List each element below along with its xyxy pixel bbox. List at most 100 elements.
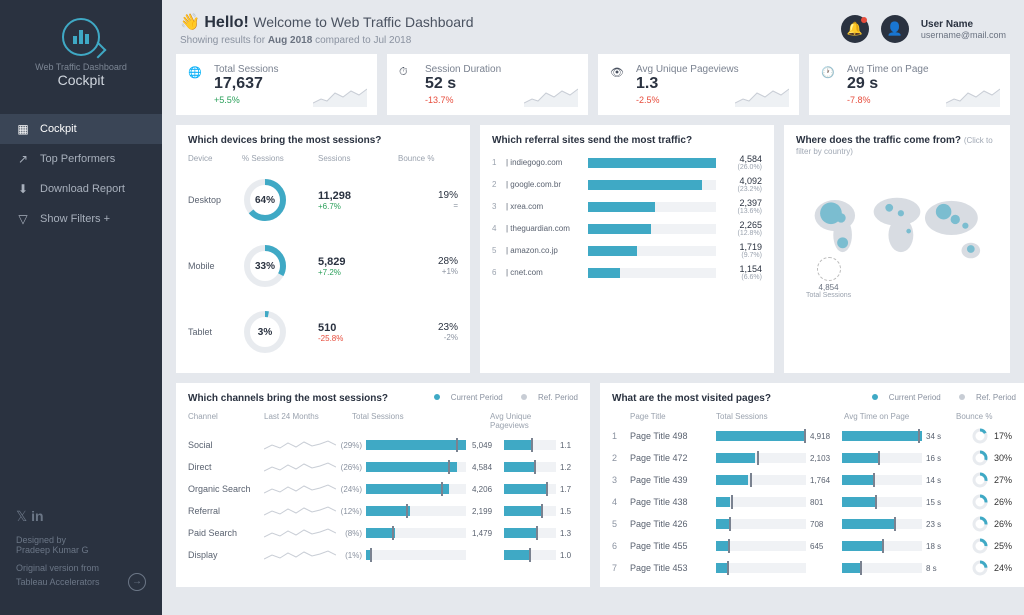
kpi-label: Total Sessions — [214, 64, 278, 75]
page-sessions: 4,918 — [806, 432, 842, 441]
nav-icon: ▦ — [16, 122, 30, 136]
kpi-delta: -13.7% — [425, 95, 501, 105]
nav-item-show-filters-+[interactable]: ▽Show Filters + — [0, 204, 162, 234]
page-bounce: 17% — [952, 428, 1012, 444]
map-panel: Where does the traffic come from? (Click… — [784, 125, 1010, 373]
ref-name: | cnet.com — [502, 268, 582, 277]
user-avatar[interactable]: 👤 — [881, 15, 909, 43]
ref-bar — [588, 224, 716, 234]
kpi-value: 52 s — [425, 75, 501, 93]
device-sessions-delta: +7.2% — [318, 268, 398, 277]
bounce-donut-icon — [972, 560, 988, 576]
dev-header-2: Sessions — [318, 154, 398, 163]
world-map[interactable]: 4,854 Total Sessions — [796, 165, 998, 305]
nav-item-cockpit[interactable]: ▦Cockpit — [0, 114, 162, 144]
pages-title-text: What are the most visited pages? — [612, 393, 771, 404]
page-time-bar — [842, 519, 922, 529]
referral-row: 4 | theguardian.com 2,265(12.8%) — [492, 220, 762, 237]
referral-row: 1 | indiegogo.com 4,584(26.0%) — [492, 154, 762, 171]
legend-current: Current Period — [451, 393, 503, 402]
bounce-pct: 26% — [994, 519, 1012, 529]
user-info: User Name username@mail.com — [921, 19, 1006, 40]
legend-ref-dot-icon — [521, 394, 527, 400]
device-sessions-delta: -25.8% — [318, 334, 398, 343]
kpi-value: 1.3 — [636, 75, 739, 93]
channel-name: Referral — [188, 506, 264, 516]
ch-header-2: Total Sessions — [352, 412, 490, 430]
referral-title: Which referral sites send the most traff… — [492, 135, 762, 146]
page-rank: 7 — [612, 563, 630, 573]
channel-sessions-bar — [366, 462, 466, 472]
channel-row: Paid Search (8%) 1,479 1.3 — [188, 522, 578, 544]
legend-current-dot-icon — [872, 394, 878, 400]
pages-panel: What are the most visited pages? Current… — [600, 383, 1024, 587]
channels-title-text: Which channels bring the most sessions? — [188, 393, 388, 404]
page-row: 5 Page Title 426 708 23 s 26% — [612, 513, 1016, 535]
page-sessions-bar — [716, 453, 806, 463]
pages-title: What are the most visited pages? Current… — [612, 393, 1016, 404]
channel-sessions-bar — [366, 440, 466, 450]
device-bounce-delta: -2% — [398, 333, 458, 342]
channel-name: Organic Search — [188, 484, 264, 494]
page-time-bar — [842, 541, 922, 551]
notification-button[interactable]: 🔔 — [841, 15, 869, 43]
pg-header-3: Avg Time on Page — [844, 412, 956, 421]
notification-dot — [861, 17, 867, 23]
current-period: Aug 2018 — [268, 35, 312, 46]
dev-header-1: % Sessions — [242, 154, 318, 163]
channel-pct: (12%) — [336, 507, 366, 516]
device-donut: 64% — [242, 177, 288, 223]
device-sessions: 11,298+6.7% — [318, 190, 398, 211]
channel-uniq: 1.3 — [556, 529, 578, 538]
page-name: Page Title 453 — [630, 563, 716, 573]
page-rank: 5 — [612, 519, 630, 529]
user-name: User Name — [921, 19, 1006, 30]
page-sessions: 645 — [806, 542, 842, 551]
ref-name: | theguardian.com — [502, 224, 582, 233]
donut-pct: 3% — [242, 309, 288, 355]
go-button[interactable]: → — [128, 573, 146, 591]
sparkline — [524, 85, 578, 107]
nav-label: Show Filters + — [40, 213, 110, 225]
channel-uniq-bar — [504, 484, 556, 494]
nav-label: Download Report — [40, 183, 125, 195]
pg-header-1: Page Title — [630, 412, 716, 421]
ref-rank: 4 — [492, 224, 502, 233]
channel-sessions: 1,479 — [472, 529, 504, 538]
nav-item-top-performers[interactable]: ↗Top Performers — [0, 144, 162, 174]
ref-rank: 6 — [492, 268, 502, 277]
kpi-value: 29 s — [847, 75, 929, 93]
globe-icon: 🌐 — [188, 66, 206, 84]
page-sessions-bar — [716, 541, 806, 551]
page-bounce: 26% — [952, 516, 1012, 532]
device-bounce-delta: +1% — [398, 267, 458, 276]
channel-uniq: 1.7 — [556, 485, 578, 494]
ref-bar — [588, 268, 716, 278]
wave-icon: 👋 — [180, 14, 200, 31]
channel-uniq-bar — [504, 528, 556, 538]
channels-panel: Which channels bring the most sessions? … — [176, 383, 590, 587]
channel-row: Display (1%) 1.0 — [188, 544, 578, 566]
channel-uniq: 1.1 — [556, 441, 578, 450]
channel-uniq: 1.0 — [556, 551, 578, 560]
ref-rank: 1 — [492, 158, 502, 167]
nav-item-download-report[interactable]: ⬇Download Report — [0, 174, 162, 204]
social-links[interactable]: 𝕏 in — [16, 508, 146, 525]
device-name: Desktop — [188, 195, 242, 205]
device-sessions: 5,829+7.2% — [318, 256, 398, 277]
device-donut: 3% — [242, 309, 288, 355]
device-donut: 33% — [242, 243, 288, 289]
page-rank: 3 — [612, 475, 630, 485]
device-bounce: 28%+1% — [398, 256, 458, 276]
ch-header-3: Avg Unique Pageviews — [490, 412, 566, 430]
page-sessions: 801 — [806, 498, 842, 507]
channel-sessions-bar — [366, 550, 466, 560]
channel-name: Paid Search — [188, 528, 264, 538]
channel-sessions-bar — [366, 506, 466, 516]
map-total-circle-icon — [817, 257, 841, 281]
ref-bar — [588, 246, 716, 256]
dev-header-0: Device — [188, 154, 242, 163]
device-sessions-delta: +6.7% — [318, 202, 398, 211]
linkedin-icon[interactable]: in — [31, 508, 43, 524]
twitter-icon[interactable]: 𝕏 — [16, 508, 27, 524]
